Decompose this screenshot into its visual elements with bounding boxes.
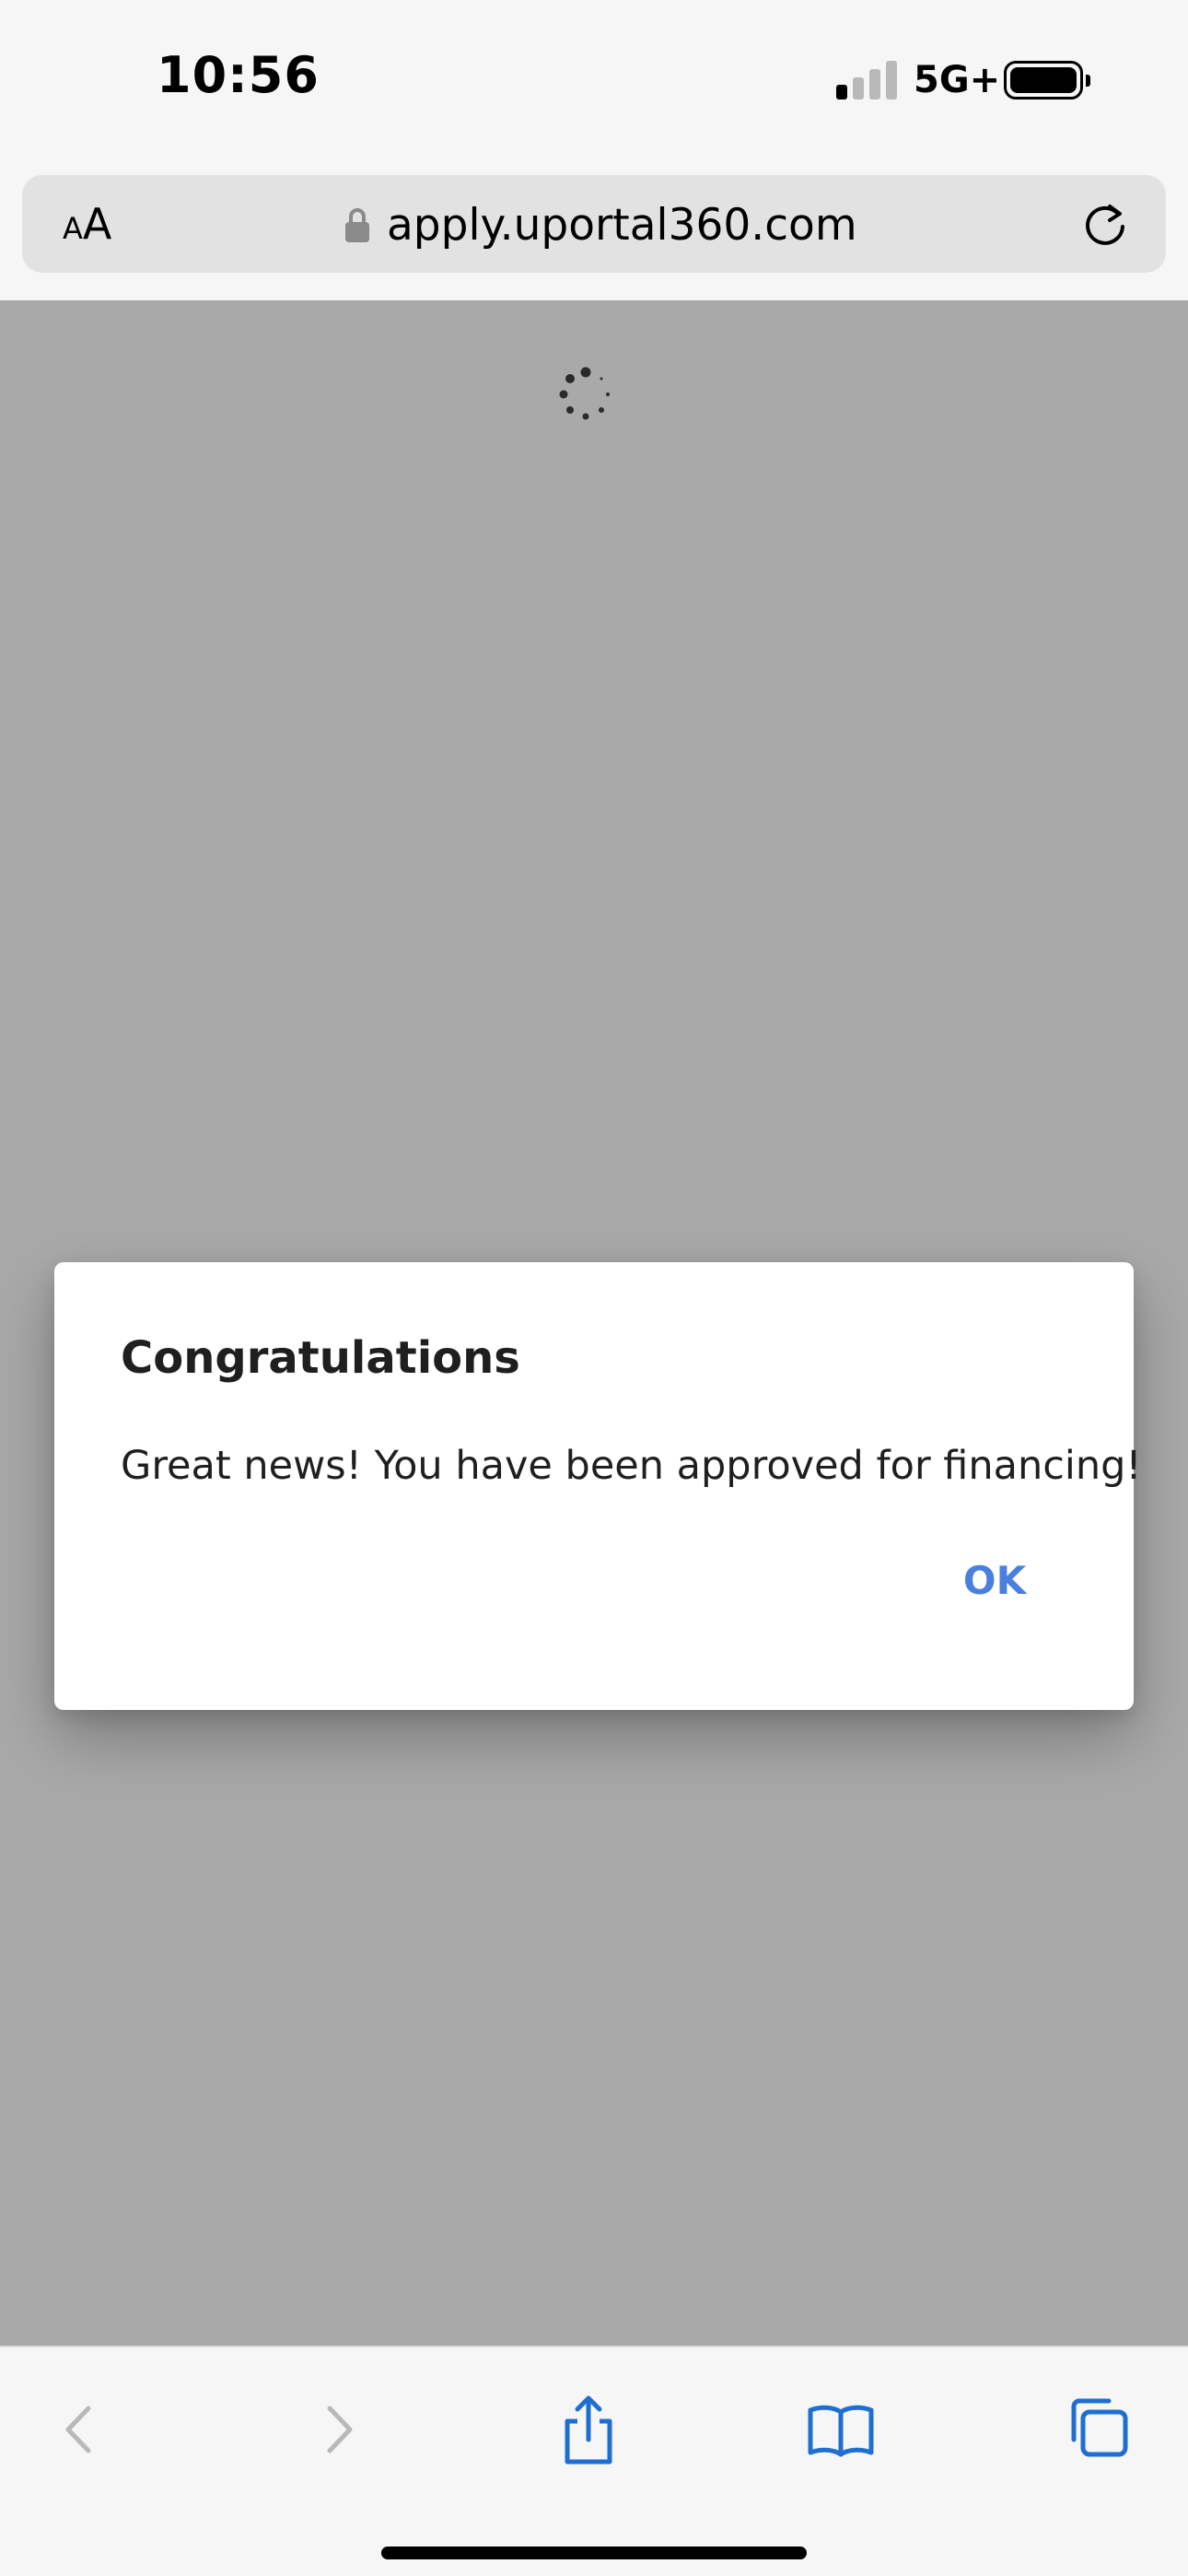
- dialog-message: Great news! You have been approved for f…: [121, 1443, 1142, 1489]
- url-display[interactable]: apply.uportal360.com: [344, 197, 857, 252]
- back-icon[interactable]: [39, 2388, 122, 2471]
- web-content: Congratulations Great news! You have bee…: [0, 300, 1188, 2346]
- share-icon[interactable]: [547, 2388, 630, 2471]
- text-size-button[interactable]: AA: [63, 199, 111, 251]
- loading-spinner-icon: [554, 363, 617, 426]
- network-type: 5G+: [914, 59, 1001, 101]
- home-indicator: [381, 2547, 807, 2559]
- status-time: 10:56: [157, 46, 320, 104]
- alert-dialog: Congratulations Great news! You have bee…: [54, 1262, 1142, 1710]
- browser-toolbar: [0, 2346, 1188, 2576]
- url-text: apply.uportal360.com: [387, 199, 857, 251]
- battery-icon: [1004, 61, 1090, 100]
- reload-icon[interactable]: [1079, 199, 1131, 251]
- status-bar: 10:56 5G+: [0, 0, 1188, 166]
- text-size-small-glyph: A: [63, 211, 83, 246]
- tabs-icon[interactable]: [1055, 2388, 1138, 2471]
- cellular-signal-icon: [836, 59, 901, 100]
- ok-button[interactable]: OK: [935, 1544, 1054, 1618]
- dialog-title: Congratulations: [121, 1332, 520, 1384]
- text-size-large-glyph: A: [82, 199, 112, 249]
- bookmarks-icon[interactable]: [799, 2388, 882, 2471]
- forward-icon[interactable]: [297, 2388, 379, 2471]
- address-bar[interactable]: AA apply.uportal360.com: [22, 175, 1166, 273]
- lock-icon: [344, 206, 370, 243]
